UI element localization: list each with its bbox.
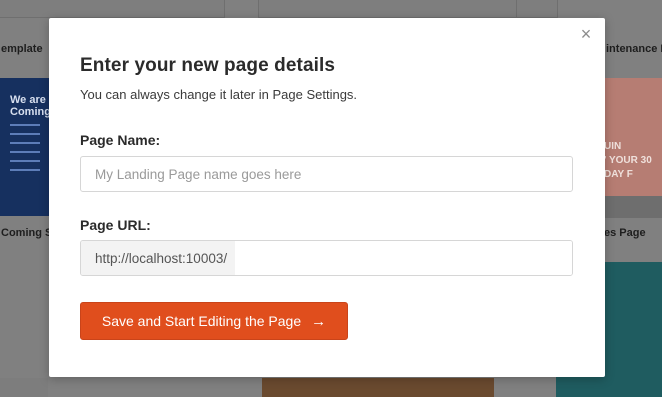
coming-soon-thumbnail[interactable]: We are Coming [0, 78, 50, 216]
modal-title: Enter your new page details [80, 55, 336, 76]
template-card [0, 0, 225, 18]
save-and-edit-button[interactable]: Save and Start Editing the Page → [80, 302, 348, 340]
page-url-label: Page URL: [80, 217, 151, 233]
close-icon[interactable]: × [577, 25, 595, 43]
template-thumbnail[interactable] [262, 378, 494, 397]
page-url-input[interactable] [235, 241, 572, 275]
avatar [604, 196, 662, 218]
new-page-modal: × Enter your new page details You can al… [49, 18, 605, 377]
modal-subtitle: You can always change it later in Page S… [80, 87, 358, 102]
save-button-label: Save and Start Editing the Page [101, 313, 302, 329]
template-label: emplate [1, 43, 43, 55]
page-name-input[interactable] [80, 156, 573, 192]
template-card [258, 0, 518, 18]
template-label: es Page [604, 227, 646, 239]
arrow-right-icon: → [311, 312, 327, 330]
thumbnail-heading: We are Coming [10, 94, 50, 118]
page-name-label: Page Name: [80, 132, 161, 148]
page-url-field: http://localhost:10003/ [80, 240, 573, 276]
template-thumbnail[interactable] [0, 378, 48, 397]
challenge-thumbnail[interactable]: UIN ' YOUR 30 DAY F [604, 78, 662, 196]
thumbnail-heading: UIN ' YOUR 30 DAY F [604, 141, 652, 180]
template-label: intenance M [606, 43, 662, 55]
template-card [516, 0, 558, 18]
url-prefix: http://localhost:10003/ [81, 241, 236, 275]
